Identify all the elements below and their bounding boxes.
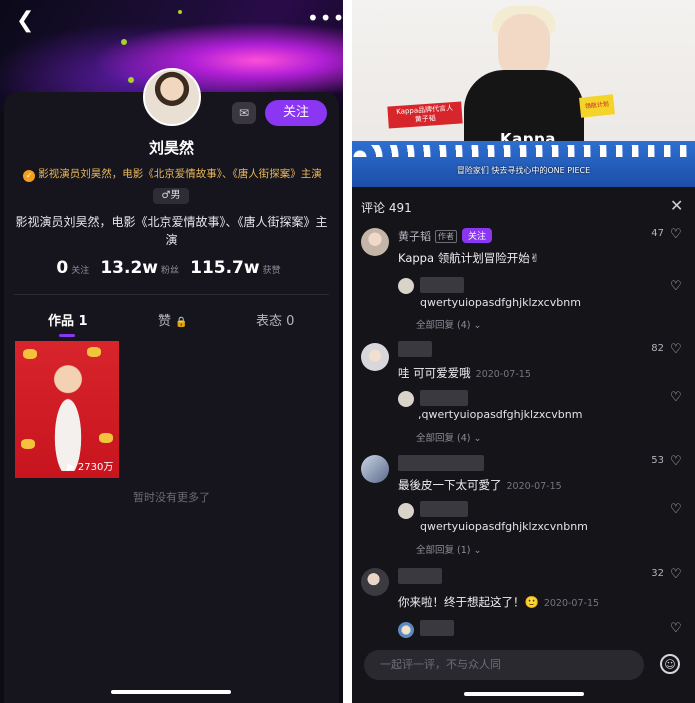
blurred-username <box>398 341 432 357</box>
stats-row: 0 关注 13.2w 粉丝 115.7w 获赞 <box>0 258 343 278</box>
blurred-username <box>398 568 442 584</box>
comments-screen: Kappa Kappa品牌代言人 黄子韬 领航计划 冒险家们 快去寻找心中的ON… <box>352 0 695 703</box>
home-indicator <box>111 690 231 694</box>
avatar[interactable] <box>361 343 389 371</box>
view-count: ▶ 2730万 <box>67 462 114 473</box>
comment-username[interactable]: 黄子韬 作者 关注 <box>398 228 493 244</box>
no-more-text: 暂时没有更多了 <box>133 491 210 504</box>
avatar[interactable] <box>361 455 389 483</box>
heart-icon[interactable]: ♡ <box>670 280 682 293</box>
heart-icon[interactable]: ♡ <box>670 455 682 468</box>
tab-status[interactable]: 表态 0 <box>256 310 294 329</box>
tab-works[interactable]: 作品 1 <box>48 310 88 329</box>
heart-icon[interactable]: ♡ <box>670 228 682 241</box>
profile-name: 刘昊然 <box>148 139 194 157</box>
comment-text: 哇 可可爱爱哦 2020-07-15 <box>398 366 531 380</box>
verified-badge-icon: ✓ <box>23 170 36 182</box>
avatar[interactable] <box>143 68 201 126</box>
author-badge: 作者 <box>435 230 457 243</box>
blurred-username <box>398 455 484 471</box>
comment-input[interactable]: 一起评一评，不与众人同 <box>364 650 644 680</box>
tab-likes[interactable]: 赞 🔒 <box>158 310 188 329</box>
decor-dot <box>128 77 134 83</box>
stat-likes[interactable]: 115.7w 获赞 <box>190 258 287 278</box>
thumbnail-person <box>41 359 95 471</box>
decor-coin <box>99 433 113 443</box>
blurred-username <box>420 390 468 406</box>
divider <box>14 294 329 295</box>
heart-icon[interactable]: ♡ <box>670 622 682 635</box>
decor-coin <box>21 439 35 449</box>
blurred-username <box>420 501 468 517</box>
reply-text: qwertyuiopasdfghjklzxcvbnm <box>420 296 581 309</box>
stat-following[interactable]: 0 关注 <box>56 258 95 278</box>
like-count: 47 <box>651 228 664 239</box>
avatar[interactable] <box>398 391 414 407</box>
decor-dot <box>178 10 182 14</box>
endorser-tag: Kappa品牌代言人 黄子韬 <box>387 101 463 129</box>
active-tab-indicator <box>59 334 75 337</box>
follow-button[interactable]: 关注 <box>462 228 493 243</box>
heart-icon[interactable]: ♡ <box>670 343 682 356</box>
video-person-face <box>498 14 550 78</box>
decor-coin <box>23 349 37 359</box>
profile-bio: 影视演员刘昊然，电影《北京爱情故事》、《唐人街探案》主演 <box>15 215 328 247</box>
heart-icon[interactable]: ♡ <box>670 503 682 516</box>
avatar[interactable] <box>361 228 389 256</box>
avatar[interactable] <box>398 622 414 638</box>
lock-icon: 🔒 <box>175 317 188 328</box>
blurred-username <box>420 277 464 293</box>
comment-date: 2020-07-15 <box>475 369 531 380</box>
like-count: 82 <box>651 343 664 354</box>
view-replies-button[interactable]: 全部回复 (4) ⌄ <box>416 317 481 331</box>
verification-text: 影视演员刘昊然，电影《北京爱情故事》、《唐人街探案》主演 <box>38 168 322 180</box>
decor-dot <box>121 39 127 45</box>
avatar[interactable] <box>361 568 389 596</box>
blurred-username <box>420 620 454 636</box>
comment-date: 2020-07-15 <box>506 481 562 492</box>
sign-board: 领航计划 <box>579 94 615 118</box>
more-options-icon[interactable]: ••• <box>307 6 343 30</box>
home-indicator <box>464 692 584 696</box>
stat-fans[interactable]: 13.2w 粉丝 <box>100 258 185 278</box>
comments-title: 评论 491 <box>361 201 412 215</box>
comment-text: Kappa 领航计划冒险开始✌ <box>398 251 540 265</box>
heart-icon[interactable]: ♡ <box>670 391 682 404</box>
reply-text: ,qwertyuiopasdfghjklzxcvbnm <box>418 408 583 421</box>
avatar[interactable] <box>398 503 414 519</box>
like-count: 32 <box>651 568 664 579</box>
video-thumbnail[interactable]: ▶ 2730万 <box>15 341 119 478</box>
emoji-icon[interactable]: ☺ <box>660 654 680 674</box>
comment-date: 2020-07-15 <box>543 598 600 609</box>
view-replies-button[interactable]: 全部回复 (1) ⌄ <box>416 542 481 556</box>
wave-foam <box>352 145 695 157</box>
comment-text: 你来啦！终于想起这了！🙂 2020-07-15 <box>398 595 600 609</box>
follow-button[interactable]: 关注 <box>265 100 327 126</box>
back-icon[interactable]: ❮ <box>16 8 34 33</box>
message-button[interactable]: ✉ <box>232 102 256 124</box>
video-player[interactable]: Kappa Kappa品牌代言人 黄子韬 领航计划 冒险家们 快去寻找心中的ON… <box>352 0 695 187</box>
gender-badge: ♂男 <box>153 188 189 204</box>
close-icon[interactable]: ✕ <box>670 196 683 215</box>
heart-icon[interactable]: ♡ <box>670 568 682 581</box>
verification-line: ✓ 影视演员刘昊然，电影《北京爱情故事》、《唐人街探案》主演 <box>20 166 325 182</box>
avatar[interactable] <box>398 278 414 294</box>
like-count: 53 <box>651 455 664 466</box>
view-replies-button[interactable]: 全部回复 (4) ⌄ <box>416 430 481 444</box>
video-subtitle: 冒险家们 快去寻找心中的ONE PIECE <box>456 166 591 175</box>
profile-screen: ❮ ••• ✉ 关注 刘昊然 ✓ 影视演员刘昊然，电影《北京爱情故事》、《唐人街探… <box>0 0 343 703</box>
comment-text: 最後皮一下太可愛了 2020-07-15 <box>398 478 562 492</box>
decor-coin <box>87 347 101 357</box>
reply-text: qwertyuiopasdfghjklzxcvnbnm <box>420 520 588 533</box>
